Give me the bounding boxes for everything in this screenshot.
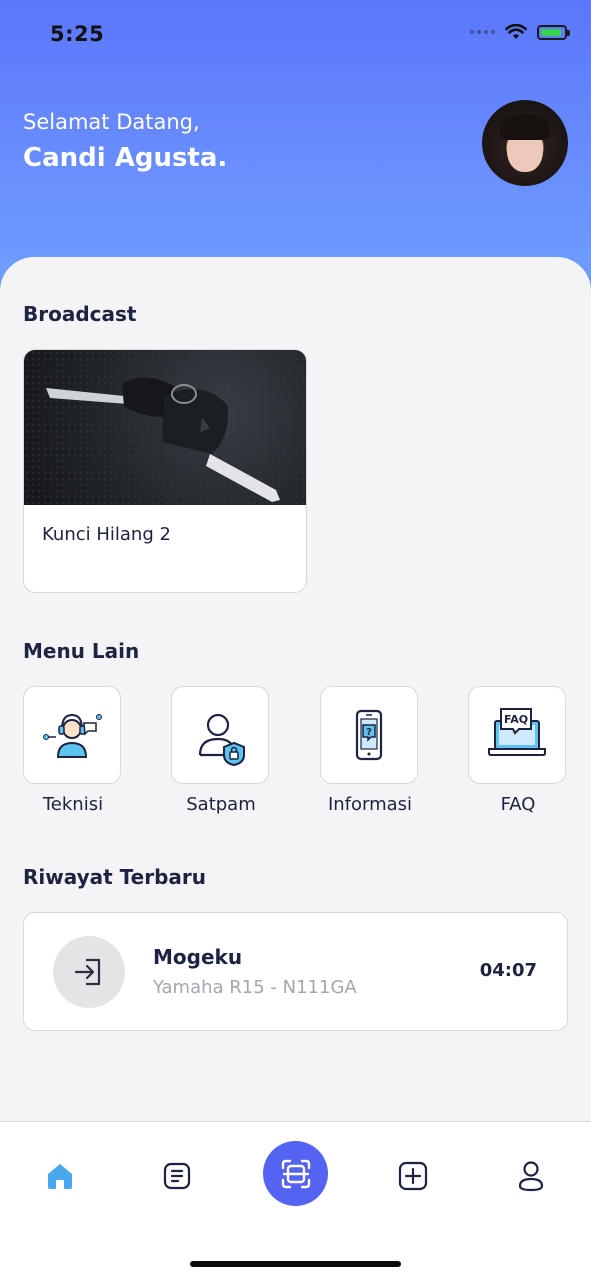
menu-informasi-label: Informasi bbox=[327, 794, 413, 815]
nav-home[interactable] bbox=[40, 1156, 80, 1196]
nav-list[interactable] bbox=[157, 1156, 197, 1196]
home-icon bbox=[48, 1164, 72, 1189]
riwayat-title: Riwayat Terbaru bbox=[23, 865, 206, 889]
menu-satpam[interactable]: Satpam bbox=[171, 686, 271, 815]
menu-faq[interactable]: FAQ FAQ bbox=[468, 686, 568, 815]
user-name: Candi Agusta. bbox=[23, 143, 228, 173]
broadcast-image bbox=[24, 350, 306, 505]
phone-info-icon: ? bbox=[355, 709, 383, 761]
scan-icon bbox=[281, 1159, 310, 1188]
technician-icon bbox=[43, 713, 102, 758]
profile-icon bbox=[518, 1161, 544, 1192]
menu-satpam-label: Satpam bbox=[186, 794, 256, 815]
history-title: Mogeku bbox=[153, 945, 243, 969]
bottom-nav bbox=[0, 1121, 591, 1281]
list-icon bbox=[163, 1162, 191, 1190]
security-guard-icon bbox=[198, 713, 245, 767]
login-icon bbox=[74, 958, 101, 986]
broadcast-card[interactable]: Kunci Hilang 2 bbox=[23, 349, 307, 593]
history-subtitle: Yamaha R15 - N111GA bbox=[153, 977, 357, 998]
menu-teknisi-label: Teknisi bbox=[42, 794, 104, 815]
nav-add[interactable] bbox=[393, 1156, 433, 1196]
status-time: 5:25 bbox=[50, 22, 105, 46]
history-time: 04:07 bbox=[479, 960, 537, 981]
greeting-text: Selamat Datang, bbox=[23, 110, 200, 134]
menu-lain-title: Menu Lain bbox=[23, 639, 140, 663]
history-icon-container bbox=[53, 936, 125, 1008]
broadcast-title: Broadcast bbox=[23, 302, 137, 326]
faq-laptop-icon: FAQ bbox=[488, 708, 546, 756]
svg-text:?: ? bbox=[366, 727, 372, 738]
menu-informasi[interactable]: ? Informasi bbox=[320, 686, 420, 815]
nav-profile[interactable] bbox=[511, 1156, 551, 1196]
avatar[interactable] bbox=[482, 100, 568, 186]
menu-faq-label: FAQ bbox=[500, 794, 536, 815]
signal-icon bbox=[470, 30, 495, 34]
nav-scan-button[interactable] bbox=[263, 1141, 328, 1206]
home-indicator bbox=[190, 1261, 401, 1267]
menu-teknisi[interactable]: Teknisi bbox=[23, 686, 123, 815]
svg-text:FAQ: FAQ bbox=[504, 713, 528, 726]
battery-icon bbox=[537, 24, 570, 40]
status-icons bbox=[470, 24, 570, 40]
add-icon bbox=[398, 1161, 428, 1191]
history-item[interactable]: Mogeku Yamaha R15 - N111GA 04:07 bbox=[23, 912, 568, 1031]
wifi-icon bbox=[505, 24, 527, 39]
broadcast-item-title: Kunci Hilang 2 bbox=[42, 524, 171, 545]
